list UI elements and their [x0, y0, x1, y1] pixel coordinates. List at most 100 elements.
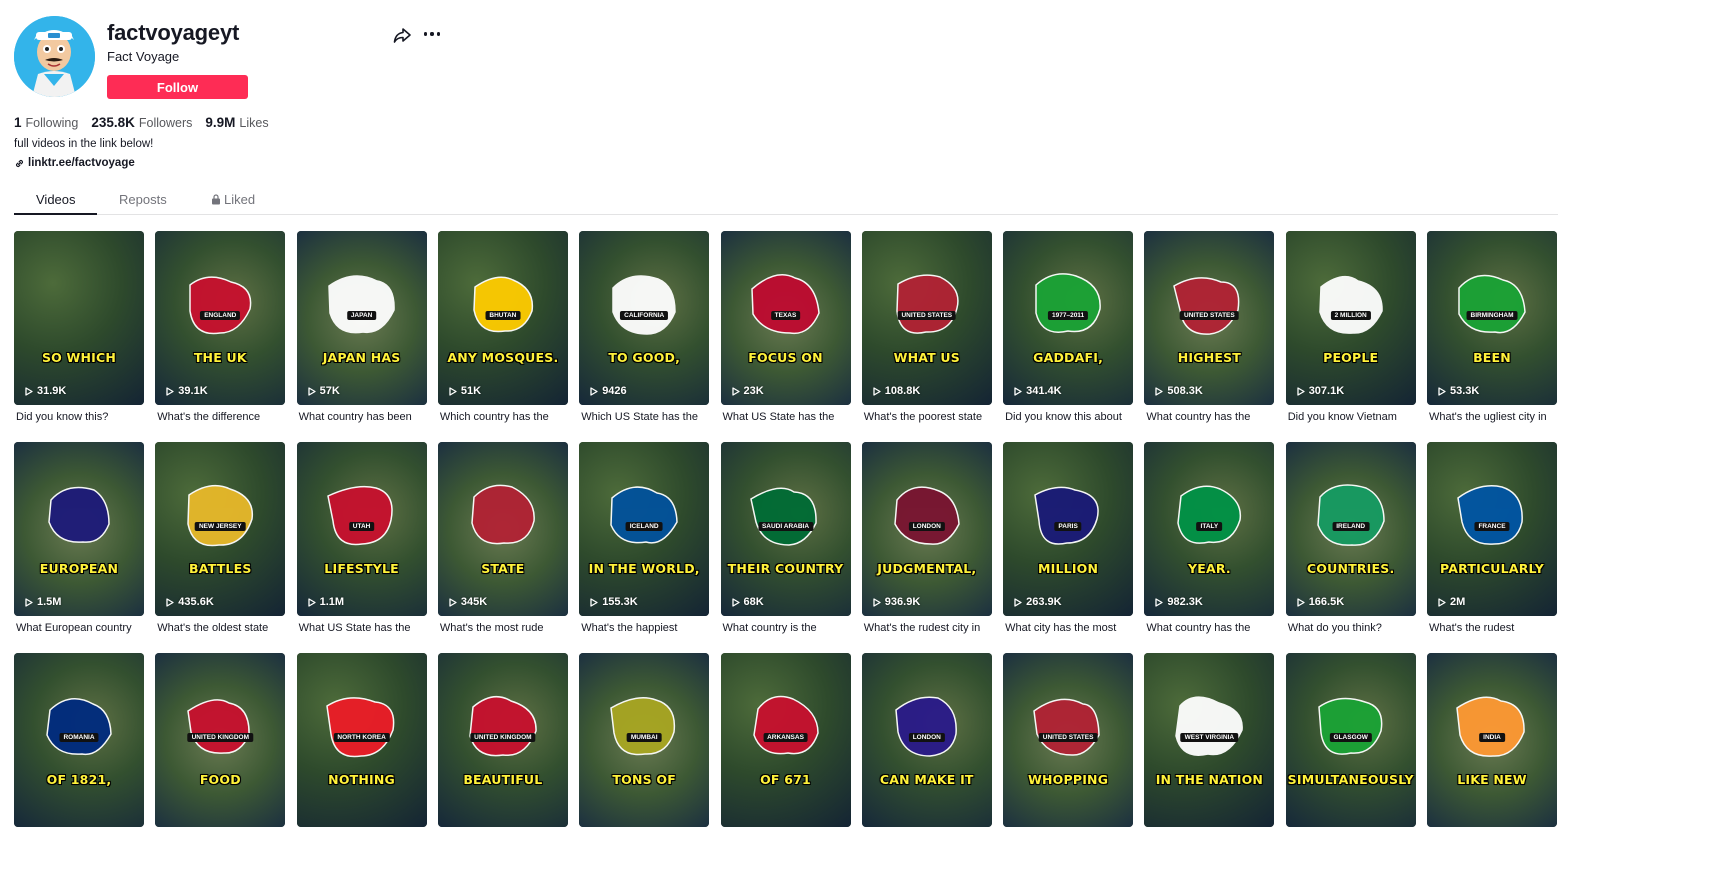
video-thumbnail[interactable]: 2 MILLION PEOPLE 307.1K: [1285, 231, 1416, 405]
video-thumbnail[interactable]: SO WHICH 31.9K: [14, 231, 144, 405]
video-title[interactable]: What country has the: [1144, 411, 1274, 423]
video-card[interactable]: UNITED STATES WHAT US 108.8K What's the poo…: [861, 231, 992, 423]
video-title[interactable]: What's the most rude: [438, 622, 568, 634]
video-thumbnail[interactable]: INDIA LIKE NEW: [1427, 653, 1557, 827]
video-card[interactable]: BHUTAN ANY MOSQUES. 51K Which country has t…: [437, 231, 568, 423]
country-shape: [473, 276, 533, 333]
video-card[interactable]: GLASGOW SIMULTANEOUSLY: [1285, 653, 1416, 827]
video-thumbnail[interactable]: GLASGOW SIMULTANEOUSLY: [1285, 653, 1416, 827]
video-thumbnail[interactable]: MUMBAI TONS OF: [579, 653, 710, 827]
video-card[interactable]: NEW JERSEY BATTLES 435.6K What's the oldest…: [155, 442, 286, 634]
video-thumbnail[interactable]: EUROPEAN 1.5M: [14, 442, 144, 616]
video-thumbnail[interactable]: SAUDI ARABIA THEIR COUNTRY 68K: [720, 442, 851, 616]
video-thumbnail[interactable]: BHUTAN ANY MOSQUES. 51K: [437, 231, 568, 405]
video-thumbnail[interactable]: BIRMINGHAM BEEN 53.3K: [1427, 231, 1557, 405]
video-thumbnail[interactable]: ROMANIA OF 1821,: [14, 653, 144, 827]
video-card[interactable]: 2 MILLION PEOPLE 307.1K Did you know Vietna…: [1285, 231, 1416, 423]
video-card[interactable]: SO WHICH 31.9K Did you know this?: [14, 231, 144, 423]
video-card[interactable]: MUMBAI TONS OF: [579, 653, 710, 827]
video-card[interactable]: ARKANSAS OF 671: [720, 653, 851, 827]
video-title[interactable]: What's the difference: [155, 411, 285, 423]
video-thumbnail[interactable]: UNITED KINGDOM BEAUTIFUL: [437, 653, 568, 827]
video-thumbnail[interactable]: UNITED STATES HIGHEST 508.3K: [1144, 231, 1275, 405]
video-card[interactable]: TEXAS FOCUS ON 23K What US State has the: [720, 231, 851, 423]
video-title[interactable]: What's the rudest city in: [862, 622, 992, 634]
video-thumbnail[interactable]: NEW JERSEY BATTLES 435.6K: [155, 442, 286, 616]
video-card[interactable]: INDIA LIKE NEW: [1427, 653, 1557, 827]
video-card[interactable]: ICELAND IN THE WORLD, 155.3K What's the hap…: [579, 442, 710, 634]
video-thumbnail[interactable]: CALIFORNIA TO GOOD, 9426: [579, 231, 710, 405]
video-thumbnail[interactable]: UTAH LIFESTYLE 1.1M: [296, 442, 427, 616]
video-title[interactable]: What US State has the: [721, 411, 851, 423]
video-card[interactable]: UTAH LIFESTYLE 1.1M What US State has the: [296, 442, 427, 634]
video-thumbnail[interactable]: LONDON CAN MAKE IT: [861, 653, 992, 827]
video-card[interactable]: JAPAN JAPAN HAS 57K What country has been: [296, 231, 427, 423]
video-title[interactable]: What do you think?: [1286, 622, 1416, 634]
video-card[interactable]: SAUDI ARABIA THEIR COUNTRY 68K What country…: [720, 442, 851, 634]
tab-liked[interactable]: Liked: [211, 192, 255, 207]
video-card[interactable]: UNITED KINGDOM FOOD: [155, 653, 286, 827]
video-card[interactable]: PARIS MILLION 263.9K What city has the most: [1003, 442, 1134, 634]
video-title[interactable]: Did you know this?: [14, 411, 144, 423]
stat-followers[interactable]: 235.8K Followers: [91, 115, 192, 130]
video-thumbnail[interactable]: 1977–2011 GADDAFI, 341.4K: [1003, 231, 1134, 405]
video-card[interactable]: UNITED STATES HIGHEST 508.3K What country h…: [1144, 231, 1275, 423]
avatar[interactable]: [14, 16, 95, 97]
video-card[interactable]: STATE 345K What's the most rude: [437, 442, 568, 634]
video-card[interactable]: 1977–2011 GADDAFI, 341.4K Did you know this…: [1003, 231, 1134, 423]
country-shape: [1173, 277, 1240, 335]
video-title[interactable]: Which country has the: [438, 411, 568, 423]
video-title[interactable]: What's the ugliest city in: [1427, 411, 1557, 423]
video-thumbnail[interactable]: ITALY YEAR. 982.3K: [1144, 442, 1275, 616]
video-card[interactable]: NORTH KOREA NOTHING: [296, 653, 427, 827]
video-thumbnail[interactable]: UNITED KINGDOM FOOD: [155, 653, 286, 827]
video-card[interactable]: ROMANIA OF 1821,: [14, 653, 144, 827]
video-thumbnail[interactable]: FRANCE PARTICULARLY 2M: [1427, 442, 1557, 616]
video-card[interactable]: CALIFORNIA TO GOOD, 9426 Which US State has…: [579, 231, 710, 423]
video-card[interactable]: UNITED KINGDOM BEAUTIFUL: [437, 653, 568, 827]
video-title[interactable]: What's the oldest state: [155, 622, 285, 634]
video-thumbnail[interactable]: PARIS MILLION 263.9K: [1003, 442, 1134, 616]
video-title[interactable]: What's the rudest: [1427, 622, 1557, 634]
video-title[interactable]: What city has the most: [1003, 622, 1133, 634]
video-title[interactable]: Which US State has the: [579, 411, 709, 423]
video-title[interactable]: What's the poorest state: [862, 411, 992, 423]
video-title[interactable]: What European country: [14, 622, 144, 634]
video-card[interactable]: FRANCE PARTICULARLY 2M What's the rudest: [1427, 442, 1557, 634]
tab-reposts[interactable]: Reposts: [119, 192, 167, 207]
video-card[interactable]: ENGLAND THE UK 39.1K What's the difference: [155, 231, 286, 423]
video-card[interactable]: LONDON CAN MAKE IT: [861, 653, 992, 827]
video-card[interactable]: BIRMINGHAM BEEN 53.3K What's the ugliest ci…: [1427, 231, 1557, 423]
video-thumbnail[interactable]: STATE 345K: [437, 442, 568, 616]
video-thumbnail[interactable]: ENGLAND THE UK 39.1K: [155, 231, 286, 405]
video-thumbnail[interactable]: WEST VIRGINIA IN THE NATION: [1144, 653, 1275, 827]
video-thumbnail[interactable]: TEXAS FOCUS ON 23K: [720, 231, 851, 405]
video-card[interactable]: IRELAND COUNTRIES. 166.5K What do you think…: [1285, 442, 1416, 634]
video-card[interactable]: LONDON JUDGMENTAL, 936.9K What's the rudest…: [861, 442, 992, 634]
video-thumbnail[interactable]: ICELAND IN THE WORLD, 155.3K: [579, 442, 710, 616]
video-card[interactable]: EUROPEAN 1.5M What European country: [14, 442, 144, 634]
more-options-icon[interactable]: [421, 24, 443, 44]
video-thumbnail[interactable]: ARKANSAS OF 671: [720, 653, 851, 827]
video-title[interactable]: What country has been: [297, 411, 427, 423]
video-thumbnail[interactable]: NORTH KOREA NOTHING: [296, 653, 427, 827]
tab-videos[interactable]: Videos: [36, 192, 76, 207]
video-card[interactable]: UNITED STATES WHOPPING: [1003, 653, 1134, 827]
video-thumbnail[interactable]: LONDON JUDGMENTAL, 936.9K: [861, 442, 992, 616]
video-title[interactable]: What's the happiest: [579, 622, 709, 634]
video-title[interactable]: Did you know this about: [1003, 411, 1133, 423]
follow-button[interactable]: Follow: [107, 75, 248, 99]
video-thumbnail[interactable]: JAPAN JAPAN HAS 57K: [296, 231, 427, 405]
video-thumbnail[interactable]: IRELAND COUNTRIES. 166.5K: [1285, 442, 1416, 616]
stat-following[interactable]: 1 Following: [14, 115, 78, 130]
video-title[interactable]: Did you know Vietnam: [1286, 411, 1416, 423]
video-title[interactable]: What US State has the: [297, 622, 427, 634]
video-title[interactable]: What country has the: [1144, 622, 1274, 634]
share-icon[interactable]: [392, 25, 412, 45]
video-thumbnail[interactable]: UNITED STATES WHOPPING: [1003, 653, 1134, 827]
video-card[interactable]: ITALY YEAR. 982.3K What country has the: [1144, 442, 1275, 634]
profile-link[interactable]: linktr.ee/factvoyage: [14, 157, 135, 169]
video-thumbnail[interactable]: UNITED STATES WHAT US 108.8K: [861, 231, 992, 405]
video-card[interactable]: WEST VIRGINIA IN THE NATION: [1144, 653, 1275, 827]
video-title[interactable]: What country is the: [721, 622, 851, 634]
